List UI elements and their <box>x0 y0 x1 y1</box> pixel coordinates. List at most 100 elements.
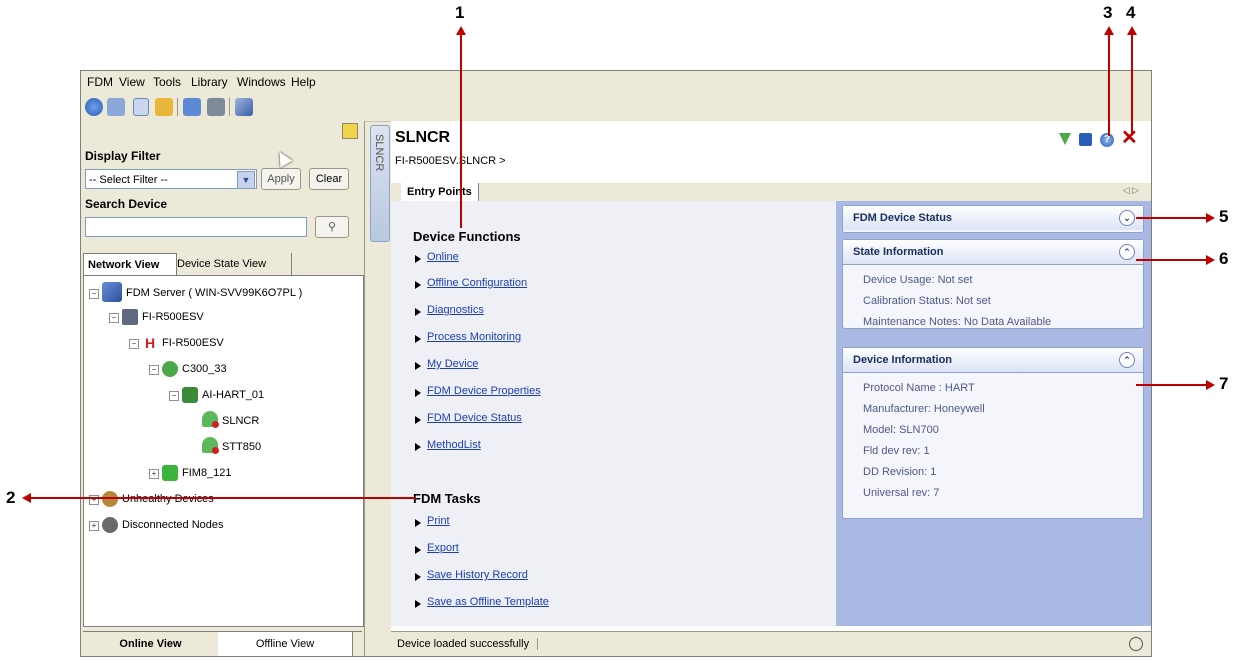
callout-number-6: 6 <box>1219 249 1229 268</box>
state-line: Device Usage: Not set <box>863 274 973 286</box>
collapse-toggle[interactable]: − <box>109 313 119 323</box>
disconnected-nodes-icon <box>102 517 118 533</box>
zoom-icon[interactable] <box>1129 637 1143 651</box>
callout-line <box>1108 34 1110 136</box>
info-line: Model: SLN700 <box>863 424 939 436</box>
callout-number-3: 3 <box>1103 3 1113 22</box>
expand-icon[interactable]: ⌄ <box>1119 210 1135 226</box>
help-icon[interactable]: ? <box>1100 133 1114 147</box>
network-icon[interactable] <box>183 98 201 116</box>
folder-icon[interactable] <box>155 98 173 116</box>
expand-toggle[interactable]: + <box>149 469 159 479</box>
bullet-arrow-icon <box>415 281 421 289</box>
card-title: Device Information <box>853 354 953 366</box>
tree-item-ai-hart-01[interactable]: AI-HART_01 <box>202 387 264 403</box>
callout-arrowhead <box>1206 255 1215 265</box>
link-offline-configuration[interactable]: Offline Configuration <box>427 277 527 289</box>
tree-item-stt850[interactable]: STT850 <box>222 439 261 455</box>
expand-toggle[interactable]: + <box>89 521 99 531</box>
callout-line <box>30 497 416 499</box>
tab-device-state-view[interactable]: Device State View <box>173 253 292 275</box>
bullet-arrow-icon <box>415 389 421 397</box>
link-process-monitoring[interactable]: Process Monitoring <box>427 331 521 343</box>
tree-item-fi-r500esv-mux[interactable]: FI-R500ESV <box>162 335 224 351</box>
wand-icon[interactable] <box>235 98 253 116</box>
info-line: DD Revision: 1 <box>863 466 937 478</box>
apply-button[interactable]: Apply <box>261 168 301 190</box>
callout-arrowhead <box>1206 380 1215 390</box>
search-button[interactable]: ⚲ <box>315 216 349 238</box>
collapse-toggle[interactable]: − <box>129 339 139 349</box>
vertical-tab-slncr[interactable]: SLNCR <box>370 125 390 242</box>
collapse-toggle[interactable]: − <box>169 391 179 401</box>
menu-library[interactable]: Library <box>191 75 228 89</box>
state-line: Calibration Status: Not set <box>863 295 991 307</box>
search-device-input[interactable] <box>85 217 307 237</box>
tab-entry-points[interactable]: Entry Points <box>401 183 479 201</box>
link-diagnostics[interactable]: Diagnostics <box>427 304 484 316</box>
tree-item-fim8-121[interactable]: FIM8_121 <box>182 465 232 481</box>
tree-item-fdm-server[interactable]: FDM Server ( WIN-SVV99K6O7PL ) <box>126 285 302 301</box>
link-fdm-device-properties[interactable]: FDM Device Properties <box>427 385 541 397</box>
filter-select[interactable]: -- Select Filter -- ▼ <box>85 169 257 189</box>
menu-tools[interactable]: Tools <box>153 75 181 89</box>
fdm-device-status-header[interactable]: FDM Device Status ⌄ <box>843 206 1143 230</box>
help-icon[interactable] <box>85 98 103 116</box>
state-information-card: State Information ⌃ Device Usage: Not se… <box>842 239 1144 329</box>
link-fdm-device-status[interactable]: FDM Device Status <box>427 412 522 424</box>
tree-item-slncr[interactable]: SLNCR <box>222 413 259 429</box>
callout-line <box>460 34 462 228</box>
tab-online-view[interactable]: Online View <box>83 632 218 656</box>
collapse-icon[interactable]: ⌃ <box>1119 352 1135 368</box>
link-save-history-record[interactable]: Save History Record <box>427 569 528 581</box>
link-export[interactable]: Export <box>427 542 459 554</box>
download-icon[interactable] <box>1059 133 1071 145</box>
document-icon[interactable] <box>133 98 149 116</box>
callout-line <box>1136 384 1206 386</box>
alarm-dot-icon <box>212 447 219 454</box>
tab-network-view[interactable]: Network View <box>83 253 177 276</box>
display-filter-label: Display Filter <box>85 149 161 163</box>
users-icon[interactable] <box>207 98 225 116</box>
chevron-down-icon[interactable]: ▼ <box>237 171 255 189</box>
tree-item-c300-33[interactable]: C300_33 <box>182 361 227 377</box>
tree-item-disconnected-nodes[interactable]: Disconnected Nodes <box>122 517 224 533</box>
bullet-arrow-icon <box>415 573 421 581</box>
device-header: SLNCR FI-R500ESV.SLNCR > ? ✕ <box>391 121 1151 184</box>
link-save-offline-template[interactable]: Save as Offline Template <box>427 596 549 608</box>
save-icon[interactable] <box>1079 133 1092 146</box>
link-print[interactable]: Print <box>427 515 450 527</box>
callout-arrowhead <box>1206 213 1215 223</box>
controller-icon <box>162 361 178 377</box>
state-information-header[interactable]: State Information ⌃ <box>843 240 1143 265</box>
collapse-icon[interactable]: ⌃ <box>1119 244 1135 260</box>
link-my-device[interactable]: My Device <box>427 358 478 370</box>
tree-item-unhealthy-devices[interactable]: Unhealthy Devices <box>122 491 214 507</box>
state-line: Maintenance Notes: No Data Available <box>863 316 1052 328</box>
collapse-toggle[interactable]: − <box>89 289 99 299</box>
clear-button[interactable]: Clear <box>309 168 349 190</box>
menu-view[interactable]: View <box>119 75 145 89</box>
io-module-icon <box>182 387 198 403</box>
tab-offline-view[interactable]: Offline View <box>218 632 353 656</box>
tab-scroll-arrows-icon[interactable]: ◁ ▷ <box>1123 185 1139 196</box>
collapse-panel-icon[interactable] <box>342 123 358 139</box>
content-tabs: Entry Points ◁ ▷ <box>391 183 1151 202</box>
menu-fdm[interactable]: FDM <box>87 75 113 89</box>
filter-select-value: -- Select Filter -- <box>89 174 168 186</box>
tree-item-fi-r500esv-network[interactable]: FI-R500ESV <box>142 309 204 325</box>
page-title: SLNCR <box>395 129 451 146</box>
breadcrumb[interactable]: FI-R500ESV.SLNCR > <box>395 155 506 167</box>
close-icon[interactable]: ✕ <box>1121 128 1138 148</box>
collapse-toggle[interactable]: − <box>149 365 159 375</box>
menu-help[interactable]: Help <box>291 75 316 89</box>
status-message: Device loaded successfully <box>397 638 539 650</box>
menu-windows[interactable]: Windows <box>237 75 286 89</box>
link-methodlist[interactable]: MethodList <box>427 439 481 451</box>
mouse-cursor-icon <box>273 148 293 168</box>
device-information-header[interactable]: Device Information ⌃ <box>843 348 1143 373</box>
status-sidebar: FDM Device Status ⌄ State Information ⌃ … <box>836 201 1151 626</box>
open-icon[interactable] <box>107 98 125 116</box>
link-online[interactable]: Online <box>427 251 459 263</box>
callout-line <box>1131 34 1133 134</box>
